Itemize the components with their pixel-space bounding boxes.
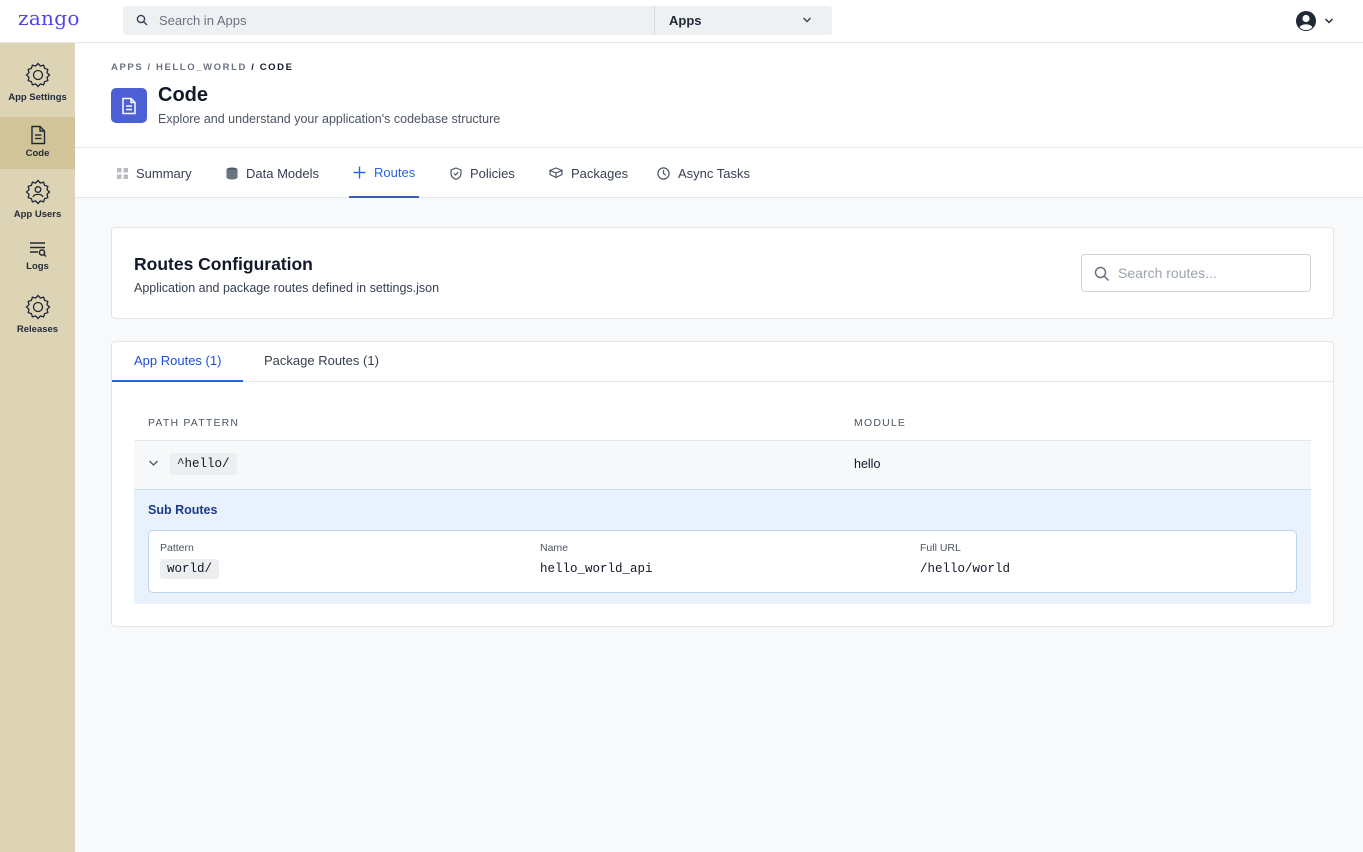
sidebar-item-label: Releases: [16, 324, 59, 335]
sub-route-pattern: world/: [160, 559, 220, 579]
database-icon: [226, 167, 238, 179]
user-avatar-icon: [1296, 11, 1316, 31]
users-gear-icon: [25, 179, 50, 205]
sub-routes-title: Sub Routes: [148, 503, 218, 517]
user-menu[interactable]: [1295, 10, 1340, 32]
search-icon: [136, 14, 148, 26]
sub-route-pattern-label: Pattern: [160, 542, 194, 554]
search-field: [123, 6, 655, 35]
sidebar-item-app-settings[interactable]: App Settings: [0, 61, 75, 107]
breadcrumb-apps[interactable]: APPS: [111, 62, 143, 73]
page-header: APPS / HELLO_WORLD / CODE Code Explore a…: [75, 43, 1363, 148]
breadcrumb-separator: /: [143, 62, 156, 73]
tab-label: Routes: [374, 164, 416, 180]
sub-route-name-label: Name: [540, 542, 569, 554]
tab-label: Summary: [136, 165, 192, 181]
sub-routes-panel: Sub Routes Pattern world/ Name hello_wor…: [134, 489, 1311, 604]
routes-table-card: App Routes (1) Package Routes (1) PATH P…: [111, 341, 1334, 627]
sidebar-item-app-users[interactable]: App Users: [0, 178, 75, 224]
sub-route-name: hello_world_api: [540, 562, 653, 576]
chevron-down-icon[interactable]: [148, 459, 159, 467]
package-icon: [549, 167, 563, 179]
logs-icon: [29, 242, 47, 258]
sub-route-full-url-label: Full URL: [920, 542, 961, 554]
routes-config-subtitle: Application and package routes defined i…: [134, 281, 440, 295]
tab-label: Policies: [470, 165, 515, 181]
global-search: Apps: [123, 6, 832, 35]
clock-icon: [657, 166, 670, 180]
column-header-module: MODULE: [854, 417, 907, 429]
tab-package-routes[interactable]: Package Routes (1): [264, 342, 379, 382]
tab-label: Async Tasks: [678, 165, 751, 181]
grid-icon: [117, 167, 128, 179]
breadcrumb-hello-world[interactable]: HELLO_WORLD: [156, 62, 247, 73]
gear-icon: [25, 62, 50, 88]
routes-tabs: App Routes (1) Package Routes (1): [112, 342, 1333, 382]
breadcrumb-current: CODE: [259, 62, 294, 73]
sidebar-item-logs[interactable]: Logs: [0, 240, 75, 280]
code-tabs: Summary Data Models Routes Policies Pack…: [75, 148, 1363, 198]
tab-summary[interactable]: Summary: [117, 148, 192, 198]
route-search-box: [1081, 254, 1311, 292]
search-input[interactable]: [159, 6, 639, 35]
sidebar-item-code[interactable]: Code: [0, 117, 75, 169]
search-icon: [1094, 266, 1110, 282]
chevron-down-icon: [1324, 18, 1334, 24]
page-icon: [111, 88, 147, 123]
tab-label: Data Models: [246, 165, 319, 181]
gear-icon: [25, 294, 50, 320]
routes-config-title: Routes Configuration: [134, 254, 313, 274]
sidebar-item-label: Logs: [26, 261, 49, 272]
sidebar-item-label: Code: [25, 148, 50, 159]
tab-policies[interactable]: Policies: [450, 148, 515, 198]
route-pattern: ^hello/: [170, 453, 237, 475]
route-module: hello: [854, 457, 881, 471]
sidebar-item-label: App Settings: [8, 92, 67, 103]
page-subtitle: Explore and understand your application'…: [158, 112, 501, 126]
routes-config-card: Routes Configuration Application and pac…: [111, 227, 1334, 319]
route-search-input[interactable]: [1118, 255, 1304, 291]
zango-logo[interactable]: zango: [18, 6, 80, 30]
breadcrumb: APPS / HELLO_WORLD / CODE: [111, 62, 294, 73]
sub-route-full-url: /hello/world: [920, 562, 1011, 576]
table-row[interactable]: ^hello/ hello: [134, 440, 1311, 489]
tab-packages[interactable]: Packages: [549, 148, 628, 198]
sidebar-item-label: App Users: [13, 209, 62, 220]
plus-icon: [353, 166, 366, 178]
page-title: Code: [158, 84, 208, 106]
search-scope-select[interactable]: Apps: [655, 6, 832, 35]
tab-async-tasks[interactable]: Async Tasks: [657, 148, 750, 198]
tab-routes[interactable]: Routes: [349, 148, 420, 198]
sidebar: App Settings Code App Users Logs Release…: [0, 43, 75, 852]
top-bar: zango Apps: [0, 0, 1363, 43]
tab-app-routes[interactable]: App Routes (1): [112, 342, 243, 382]
search-scope-label: Apps: [669, 13, 702, 28]
chevron-down-icon: [803, 17, 811, 23]
document-icon: [30, 125, 45, 145]
sidebar-item-releases[interactable]: Releases: [0, 293, 75, 339]
sub-route-item: Pattern world/ Name hello_world_api Full…: [148, 530, 1297, 593]
shield-icon: [450, 166, 462, 180]
tab-label: Packages: [571, 165, 629, 181]
tab-data-models[interactable]: Data Models: [226, 148, 319, 198]
column-header-path-pattern: PATH PATTERN: [148, 417, 240, 429]
breadcrumb-separator: /: [246, 62, 260, 73]
document-icon: [122, 97, 136, 115]
